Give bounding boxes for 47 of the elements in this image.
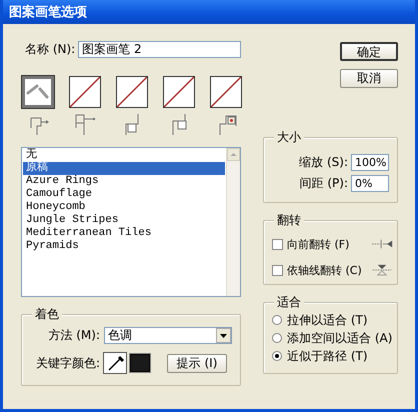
spacing-field[interactable]: 0% bbox=[351, 175, 389, 192]
diagonal-line-icon bbox=[211, 77, 241, 107]
method-label: 方法 (M): bbox=[48, 327, 100, 344]
scale-field[interactable]: 100% bbox=[351, 154, 389, 171]
field-label: 间距 (P): bbox=[300, 175, 348, 192]
radio-button[interactable] bbox=[272, 315, 282, 325]
pattern-tile[interactable] bbox=[22, 76, 54, 108]
eyedropper-icon[interactable] bbox=[103, 352, 128, 374]
checkbox[interactable] bbox=[272, 238, 283, 250]
list-item[interactable]: Camouflage bbox=[23, 188, 225, 201]
field-label: 缩放 (S): bbox=[299, 154, 348, 171]
window-title: 图案画笔选项 bbox=[3, 0, 415, 24]
radio-label: 添加空间以适合 (A) bbox=[287, 330, 392, 346]
group-title: 大小 bbox=[274, 129, 304, 145]
ok-button[interactable]: 确定 bbox=[340, 42, 398, 61]
flip-along-icon bbox=[371, 238, 393, 250]
group-title: 着色 bbox=[32, 306, 62, 322]
list-item[interactable]: Honeycomb bbox=[23, 201, 225, 214]
list-item[interactable]: Pyramids bbox=[23, 240, 225, 253]
key-color-swatch[interactable] bbox=[130, 354, 150, 372]
checkbox[interactable] bbox=[272, 264, 283, 276]
key-color-label: 关键字颜色: bbox=[36, 354, 100, 372]
diagonal-line-icon bbox=[117, 77, 147, 107]
radio-label: 拉伸以适合 (T) bbox=[287, 312, 368, 328]
radio-label: 近似于路径 (T) bbox=[287, 348, 368, 364]
group-title: 翻转 bbox=[274, 212, 304, 228]
method-dropdown[interactable]: 色调 bbox=[104, 327, 232, 344]
diagonal-line-icon bbox=[164, 77, 194, 107]
list-item[interactable]: Azure Rings bbox=[23, 175, 225, 188]
list-item[interactable]: Mediterranean Tiles bbox=[23, 227, 225, 240]
list-item[interactable]: 无 bbox=[23, 149, 225, 162]
pattern-tile[interactable] bbox=[116, 76, 148, 108]
pattern-tile[interactable] bbox=[163, 76, 195, 108]
group-title: 适合 bbox=[274, 294, 304, 310]
checkbox-label: 依轴线翻转 (C) bbox=[287, 262, 362, 278]
flip-across-icon bbox=[371, 262, 393, 278]
radio-button[interactable] bbox=[272, 333, 282, 343]
diagonal-line-icon bbox=[70, 77, 100, 107]
pattern-tile[interactable] bbox=[210, 76, 242, 108]
name-label: 名称 (N): bbox=[24, 41, 76, 58]
list-item[interactable]: Jungle Stripes bbox=[23, 214, 225, 227]
radio-button[interactable] bbox=[272, 351, 282, 361]
tips-button[interactable]: 提示 (I) bbox=[167, 354, 228, 372]
pattern-tile[interactable] bbox=[69, 76, 101, 108]
checkbox-label: 向前翻转 (F) bbox=[287, 236, 350, 252]
name-field[interactable]: 图案画笔 2 bbox=[78, 41, 241, 58]
cancel-button[interactable]: 取消 bbox=[340, 69, 398, 88]
